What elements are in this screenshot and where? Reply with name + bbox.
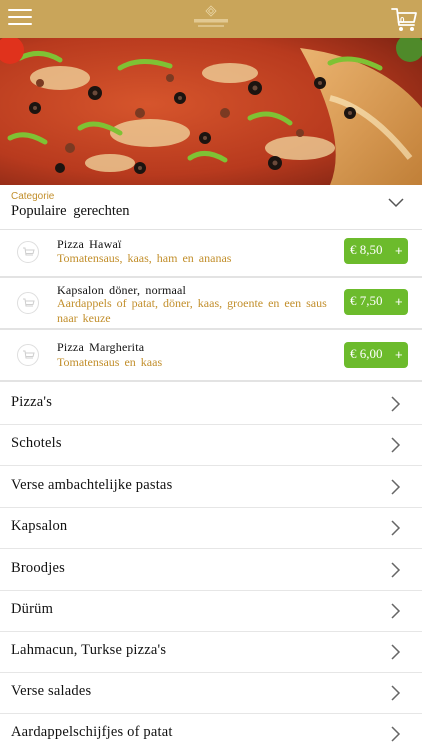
cart-small-icon (17, 344, 39, 366)
dish-name: Pizza Margherita (57, 340, 145, 354)
chevron-right-icon (391, 437, 401, 453)
cart-icon[interactable]: 0 (390, 5, 418, 33)
chevron-right-icon (391, 520, 401, 536)
add-to-cart-button[interactable]: € 6,00 + (344, 342, 408, 368)
chevron-right-icon (391, 479, 401, 495)
menu-item-label: Kapsalon (11, 518, 68, 534)
price-label: € 8,50 (350, 242, 383, 257)
cart-count: 0 (400, 16, 405, 25)
menu-item-label: Pizza's (11, 394, 53, 410)
dish-name: Pizza Hawaï (57, 237, 122, 251)
dish-description: Aardappels of patat, döner, kaas, groent… (57, 296, 327, 325)
chevron-right-icon (391, 562, 401, 578)
dish-description: Tomatensaus, kaas, ham en ananas (57, 251, 232, 265)
chevron-right-icon (391, 603, 401, 619)
menu-item-label: Broodjes (11, 560, 65, 576)
plus-icon: + (395, 243, 403, 258)
menu-item-label: Schotels (11, 435, 62, 451)
menu-item-lahmacun[interactable]: Lahmacun, Turkse pizza's (0, 631, 422, 673)
menu-item-label: Verse ambachtelijke pastas (11, 477, 173, 493)
chevron-right-icon (391, 726, 401, 742)
menu-item-durum[interactable]: Dürüm (0, 590, 422, 632)
plus-icon: + (395, 294, 403, 309)
category-small-label: Categorie (11, 191, 55, 202)
hamburger-icon[interactable] (8, 9, 32, 29)
restaurant-logo (194, 5, 228, 27)
top-bar: 0 (0, 0, 422, 38)
add-to-cart-button[interactable]: € 7,50 + (344, 289, 408, 315)
dish-description: Tomatensaus en kaas (57, 355, 163, 369)
menu-item-label: Verse salades (11, 683, 92, 699)
add-to-cart-button[interactable]: € 8,50 + (344, 238, 408, 264)
category-header[interactable]: Categorie Populaire gerechten (0, 185, 422, 230)
chevron-right-icon (391, 396, 401, 412)
menu-item-broodjes[interactable]: Broodjes (0, 549, 422, 591)
category-title: Populaire gerechten (11, 203, 130, 219)
dish-item: Pizza Hawaï Tomatensaus, kaas, ham en an… (0, 230, 422, 278)
menu-item-label: Dürüm (11, 601, 54, 617)
menu-item-pastas[interactable]: Verse ambachtelijke pastas (0, 466, 422, 508)
chevron-right-icon (391, 685, 401, 701)
chevron-down-icon[interactable] (388, 196, 404, 208)
dish-item: Pizza Margherita Tomatensaus en kaas € 6… (0, 330, 422, 382)
menu-item-label: Lahmacun, Turkse pizza's (11, 642, 167, 658)
chevron-right-icon (391, 644, 401, 660)
menu-item-kapsalon[interactable]: Kapsalon (0, 507, 422, 549)
menu-item-label: Aardappelschijfjes of patat (11, 724, 173, 740)
menu-item-schotels[interactable]: Schotels (0, 424, 422, 466)
price-label: € 6,00 (350, 346, 383, 361)
dish-item: Kapsalon döner, normaal Aardappels of pa… (0, 278, 422, 330)
cart-small-icon (17, 241, 39, 263)
price-label: € 7,50 (350, 293, 383, 308)
hero-pizza-image (0, 38, 422, 185)
menu-item-patat[interactable]: Aardappelschijfjes of patat (0, 713, 422, 750)
menu-item-salades[interactable]: Verse salades (0, 672, 422, 714)
menu-item-pizzas[interactable]: Pizza's (0, 383, 422, 425)
cart-small-icon (17, 292, 39, 314)
plus-icon: + (395, 347, 403, 362)
